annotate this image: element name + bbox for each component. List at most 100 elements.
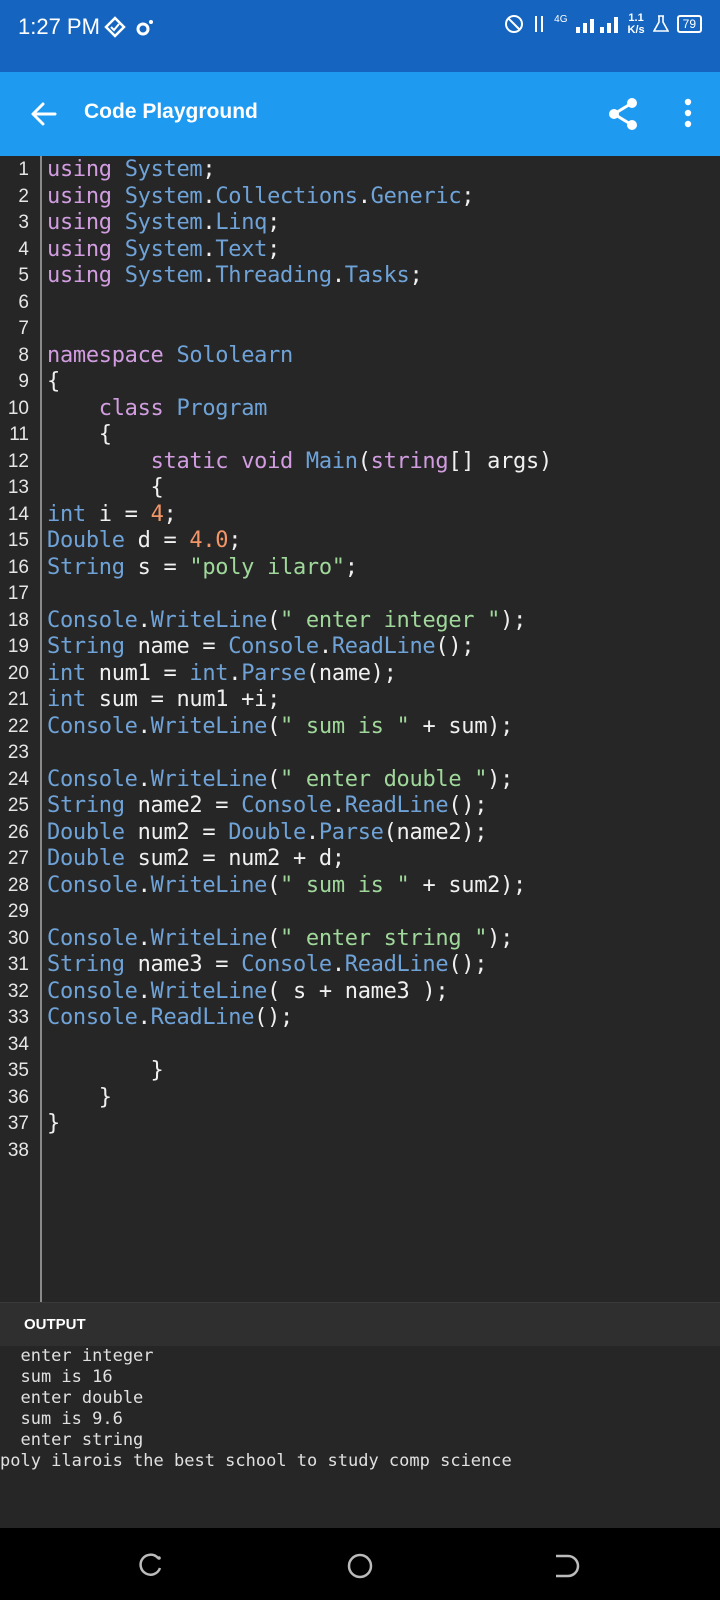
code-text[interactable]: String s = "poly ilaro"; <box>47 554 358 581</box>
code-line[interactable]: 32 Console.WriteLine( s + name3 ); <box>0 978 720 1005</box>
code-line[interactable]: 33 Console.ReadLine(); <box>0 1004 720 1031</box>
code-text[interactable]: class Program <box>47 395 268 422</box>
code-token: ; <box>202 157 216 182</box>
code-text[interactable]: Console.WriteLine(" sum is " + sum2); <box>47 872 526 899</box>
code-line[interactable]: 3 using System.Linq; <box>0 209 720 236</box>
code-token: Parse <box>241 660 306 686</box>
code-text[interactable]: using System.Linq; <box>47 209 280 236</box>
code-text[interactable]: Console.WriteLine(" sum is " + sum); <box>47 713 513 740</box>
line-number: 19 <box>7 636 29 657</box>
code-text[interactable]: int i = 4; <box>47 501 177 528</box>
code-token: ( s + name3 ); <box>267 978 449 1004</box>
code-line[interactable]: 34 <box>0 1031 720 1058</box>
code-line[interactable]: 30 Console.WriteLine(" enter string "); <box>0 925 720 952</box>
code-text[interactable]: { <box>47 368 60 395</box>
code-text[interactable]: using System.Collections.Generic; <box>47 183 475 210</box>
code-line[interactable]: 2 using System.Collections.Generic; <box>0 183 720 210</box>
code-line[interactable]: 10 class Program <box>0 395 720 422</box>
recents-button[interactable] <box>130 1546 170 1586</box>
code-token: Console <box>228 634 319 659</box>
code-line[interactable]: 16 String s = "poly ilaro"; <box>0 554 720 581</box>
code-text[interactable]: String name = Console.ReadLine(); <box>47 633 475 660</box>
code-text[interactable]: Double num2 = Double.Parse(name2); <box>47 819 487 846</box>
code-token: . <box>228 660 242 686</box>
code-token: 4 <box>150 501 164 527</box>
code-text[interactable]: } <box>47 1057 164 1084</box>
code-text[interactable]: String name2 = Console.ReadLine(); <box>47 792 487 819</box>
nav-back-button[interactable] <box>546 1546 586 1586</box>
back-button[interactable] <box>24 94 64 134</box>
code-text[interactable]: Console.WriteLine(" enter integer "); <box>47 607 526 634</box>
code-line[interactable]: 22 Console.WriteLine(" sum is " + sum); <box>0 713 720 740</box>
line-number: 12 <box>7 450 29 472</box>
code-text[interactable]: Console.WriteLine( s + name3 ); <box>47 978 449 1005</box>
code-token: WriteLine <box>150 872 268 898</box>
overflow-menu-button[interactable] <box>668 94 708 134</box>
code-text[interactable]: static void Main(string[] args) <box>47 448 553 475</box>
recents-icon <box>139 1553 162 1576</box>
code-line[interactable]: 18 Console.WriteLine(" enter integer "); <box>0 607 720 634</box>
code-line[interactable]: 23 <box>0 739 720 766</box>
code-text[interactable]: int num1 = int.Parse(name); <box>47 660 397 687</box>
code-token: s = <box>124 554 190 580</box>
code-text[interactable]: String name3 = Console.ReadLine(); <box>47 951 487 978</box>
code-line[interactable]: 19 String name = Console.ReadLine(); <box>0 633 720 660</box>
code-line[interactable]: 15 Double d = 4.0; <box>0 527 720 554</box>
code-line[interactable]: 13 { <box>0 474 720 501</box>
status-bar: 1:27 PM 4G 1.1 K/s 79 <box>0 0 720 72</box>
code-line[interactable]: 8 namespace Sololearn <box>0 342 720 369</box>
code-text[interactable]: } <box>47 1110 60 1137</box>
code-text[interactable]: using System.Text; <box>47 236 280 263</box>
code-token: . <box>318 634 332 659</box>
code-line[interactable]: 37} <box>0 1110 720 1137</box>
code-line[interactable]: 14 int i = 4; <box>0 501 720 528</box>
output-header: OUTPUT <box>0 1302 720 1348</box>
code-text[interactable]: int sum = num1 +i; <box>47 686 280 713</box>
code-line[interactable]: 1 using System; <box>0 156 720 183</box>
code-token: . <box>202 263 216 288</box>
code-token: Console <box>47 925 138 951</box>
code-line[interactable]: 26 Double num2 = Double.Parse(name2); <box>0 819 720 846</box>
code-text[interactable]: Double d = 4.0; <box>47 527 242 554</box>
code-token: ; <box>409 263 423 288</box>
share-button[interactable] <box>604 94 644 134</box>
code-line[interactable]: 9{ <box>0 368 720 395</box>
code-line[interactable]: 36 } <box>0 1084 720 1111</box>
code-text[interactable]: { <box>47 421 112 448</box>
code-line[interactable]: 20 int num1 = int.Parse(name); <box>0 660 720 687</box>
code-line[interactable]: 38 <box>0 1137 720 1164</box>
code-editor[interactable]: 1 using System; 2 using System.Collections.… <box>0 156 720 1302</box>
code-text[interactable]: using System; <box>47 156 216 183</box>
code-line[interactable]: 17 <box>0 580 720 607</box>
code-text[interactable]: { <box>47 474 164 501</box>
code-token: { <box>47 475 164 500</box>
code-line[interactable]: 28 Console.WriteLine(" sum is " + sum2); <box>0 872 720 899</box>
code-token: Console <box>47 766 138 792</box>
code-line[interactable]: 31 String name3 = Console.ReadLine(); <box>0 951 720 978</box>
code-line[interactable]: 29 <box>0 898 720 925</box>
code-line[interactable]: 35 } <box>0 1057 720 1084</box>
code-line[interactable]: 27 Double sum2 = num2 + d; <box>0 845 720 872</box>
code-line[interactable]: 12 static void Main(string[] args) <box>0 448 720 475</box>
code-token: using <box>47 157 112 182</box>
code-line[interactable]: 6 <box>0 289 720 316</box>
code-line[interactable]: 25 String name2 = Console.ReadLine(); <box>0 792 720 819</box>
code-text[interactable]: namespace Sololearn <box>47 342 293 369</box>
code-line[interactable]: 24 Console.WriteLine(" enter double "); <box>0 766 720 793</box>
home-button[interactable] <box>340 1546 380 1586</box>
code-text[interactable]: } <box>47 1084 112 1111</box>
code-line[interactable]: 4 using System.Text; <box>0 236 720 263</box>
code-token: static <box>150 448 229 474</box>
code-text[interactable]: Double sum2 = num2 + d; <box>47 845 345 872</box>
code-line[interactable]: 5 using System.Threading.Tasks; <box>0 262 720 289</box>
code-text[interactable]: Console.ReadLine(); <box>47 1004 293 1031</box>
code-line[interactable]: 21 int sum = num1 +i; <box>0 686 720 713</box>
code-text[interactable]: Console.WriteLine(" enter string "); <box>47 925 513 952</box>
code-line[interactable]: 11 { <box>0 421 720 448</box>
code-token: d = <box>124 528 190 553</box>
code-line[interactable]: 7 <box>0 315 720 342</box>
code-text[interactable]: using System.Threading.Tasks; <box>47 262 423 289</box>
code-text[interactable]: Console.WriteLine(" enter double "); <box>47 766 513 793</box>
code-token: void <box>241 448 293 474</box>
